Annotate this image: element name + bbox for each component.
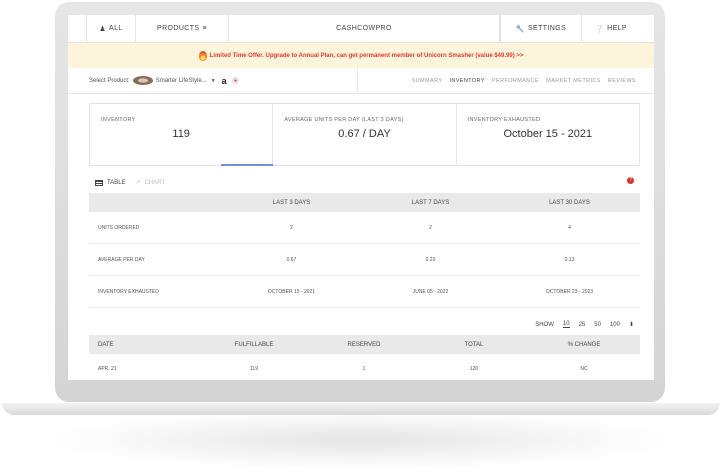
header-cell[interactable]: FULFILLABLE <box>199 342 309 348</box>
header-cell[interactable]: % CHANGE <box>529 342 639 348</box>
table-toggle[interactable]: TABLE <box>107 180 126 186</box>
download-icon[interactable]: ⬇ <box>629 321 634 328</box>
table-row: INVENTORY EXHAUSTED OCTOBER 15 - 2021 JU… <box>89 276 640 308</box>
cell: OCTOBER 15 - 2021 <box>267 288 316 295</box>
page-size-selector: SHOW 10 25 50 100 ⬇ <box>535 321 634 328</box>
tabs-divider <box>357 68 358 93</box>
product-name: Smarter LifeStyle... <box>155 77 207 84</box>
amazon-logo-icon[interactable]: a <box>222 76 227 86</box>
header-cell: LAST 30 DAYS <box>549 199 590 206</box>
menu-icon: ≡ <box>202 25 207 32</box>
row-label: UNITS ORDERED <box>98 224 140 231</box>
tab-reviews[interactable]: REVIEWS <box>608 78 636 84</box>
nav-all-label: ALL <box>109 25 123 32</box>
inventory-exhausted-card[interactable]: INVENTORY EXHAUSTED October 15 - 2021 <box>457 104 639 165</box>
card-label: INVENTORY EXHAUSTED <box>467 117 541 123</box>
cell: 0.29 <box>425 256 436 263</box>
laptop-shadow <box>40 410 680 470</box>
app-screen: ♟ ALL PRODUCTS ≡ CASHCOWPRO 🔧 SETTINGS ❔… <box>68 15 654 380</box>
japan-flag-icon[interactable] <box>231 77 239 84</box>
tab-summary[interactable]: SUMMARY <box>412 78 443 84</box>
nav-settings-label: SETTINGS <box>527 25 567 32</box>
help-badge-icon[interactable]: ? <box>627 177 634 184</box>
tab-performance[interactable]: PERFORMANCE <box>492 78 539 84</box>
brand-label: CASHCOWPRO <box>336 25 392 32</box>
cell: 2 <box>429 224 432 231</box>
row-label: INVENTORY EXHAUSTED <box>98 288 159 295</box>
row-label: AVERAGE PER DAY <box>98 256 145 263</box>
promo-banner[interactable]: Limited Time Offer. Upgrade to Annual Pl… <box>68 43 654 68</box>
wrench-icon: 🔧 <box>515 25 525 33</box>
header-cell[interactable]: DATE <box>89 342 199 348</box>
header-cell: LAST 7 DAYS <box>411 199 450 206</box>
nav-help-button[interactable]: ❔ HELP <box>582 15 640 42</box>
table-row: UNITS ORDERED 2 2 4 <box>89 212 640 244</box>
brand-title: CASHCOWPRO <box>229 15 500 42</box>
card-label: INVENTORY <box>101 117 136 123</box>
summary-table: LAST 3 DAYS LAST 7 DAYS LAST 30 DAYS UNI… <box>89 193 640 308</box>
show-label: SHOW <box>535 321 554 328</box>
cell: JUNE 05 - 2022 <box>412 288 449 295</box>
select-product-label: Select Product: <box>89 77 130 84</box>
product-selector[interactable]: Select Product: Smarter LifeStyle... ▼ <box>89 76 216 85</box>
product-thumbnail <box>132 76 153 85</box>
nav-products-label: PRODUCTS <box>157 25 200 32</box>
flame-icon <box>198 50 207 61</box>
page-size-option[interactable]: 25 <box>579 322 586 328</box>
nav-products-button[interactable]: PRODUCTS ≡ <box>136 15 229 42</box>
chevron-down-icon: ▼ <box>210 77 216 84</box>
cell: 0.67 <box>286 256 297 263</box>
question-circle-icon: ❔ <box>594 25 605 33</box>
table-header: LAST 3 DAYS LAST 7 DAYS LAST 30 DAYS <box>89 193 640 212</box>
cell: OCTOBER 23 - 2023 <box>545 288 594 295</box>
promo-text[interactable]: Limited Time Offer. Upgrade to Annual Pl… <box>210 53 524 59</box>
cell: APR, 21 <box>98 366 117 372</box>
cell: 119 <box>250 366 258 372</box>
page-size-option[interactable]: 10 <box>562 321 570 328</box>
nav-all-button[interactable]: ♟ ALL <box>86 15 136 42</box>
cell: 1 <box>362 366 366 372</box>
table-row: APR, 21 119 1 120 NC <box>89 354 640 380</box>
line-chart-icon: ↗ <box>135 180 141 186</box>
cell: 0.13 <box>564 256 575 263</box>
laptop-base <box>2 403 720 415</box>
card-label: AVERAGE UNITS PER DAY (LAST 3 DAYS) <box>284 117 404 123</box>
nav-settings-button[interactable]: 🔧 SETTINGS <box>500 15 582 42</box>
active-card-indicator <box>221 164 273 166</box>
history-table: DATE FULFILLABLE RESERVED TOTAL % CHANGE… <box>89 335 640 380</box>
header-cell: LAST 3 DAYS <box>272 199 311 206</box>
chart-toggle[interactable]: CHART <box>145 180 166 186</box>
stat-cards: INVENTORY 119 AVERAGE UNITS PER DAY (LAS… <box>89 103 640 166</box>
avg-units-card[interactable]: AVERAGE UNITS PER DAY (LAST 3 DAYS) 0.67… <box>273 104 457 165</box>
nav-help-label: HELP <box>607 25 627 32</box>
laptop-mockup: ♟ ALL PRODUCTS ≡ CASHCOWPRO 🔧 SETTINGS ❔… <box>0 0 722 474</box>
card-value: 0.67 / DAY <box>338 128 391 140</box>
table-header: DATE FULFILLABLE RESERVED TOTAL % CHANGE <box>89 335 640 354</box>
inventory-card[interactable]: INVENTORY 119 <box>90 104 274 166</box>
tab-market-metrics[interactable]: MARKET METRICS <box>546 78 601 84</box>
product-selector-row: Select Product: Smarter LifeStyle... ▼ a… <box>68 68 654 94</box>
section-tabs: SUMMARY INVENTORY PERFORMANCE MARKET MET… <box>412 78 636 84</box>
card-value: October 15 - 2021 <box>503 128 593 140</box>
header-cell[interactable]: TOTAL <box>419 342 529 348</box>
user-icon: ♟ <box>99 25 107 33</box>
cell: 120 <box>469 366 479 372</box>
top-nav: ♟ ALL PRODUCTS ≡ CASHCOWPRO 🔧 SETTINGS ❔… <box>68 15 654 43</box>
tab-inventory[interactable]: INVENTORY <box>449 78 485 84</box>
page-size-option[interactable]: 50 <box>594 322 601 328</box>
card-value: 119 <box>172 128 190 140</box>
cell: NC <box>580 366 588 372</box>
header-cell[interactable]: RESERVED <box>309 342 419 348</box>
cell: 2 <box>290 224 293 231</box>
table-icon <box>95 179 103 186</box>
page-size-option[interactable]: 100 <box>610 322 620 328</box>
view-toggle: TABLE ↗ CHART <box>95 179 165 186</box>
table-row: AVERAGE PER DAY 0.67 0.29 0.13 <box>89 244 640 276</box>
cell: 4 <box>568 224 571 231</box>
